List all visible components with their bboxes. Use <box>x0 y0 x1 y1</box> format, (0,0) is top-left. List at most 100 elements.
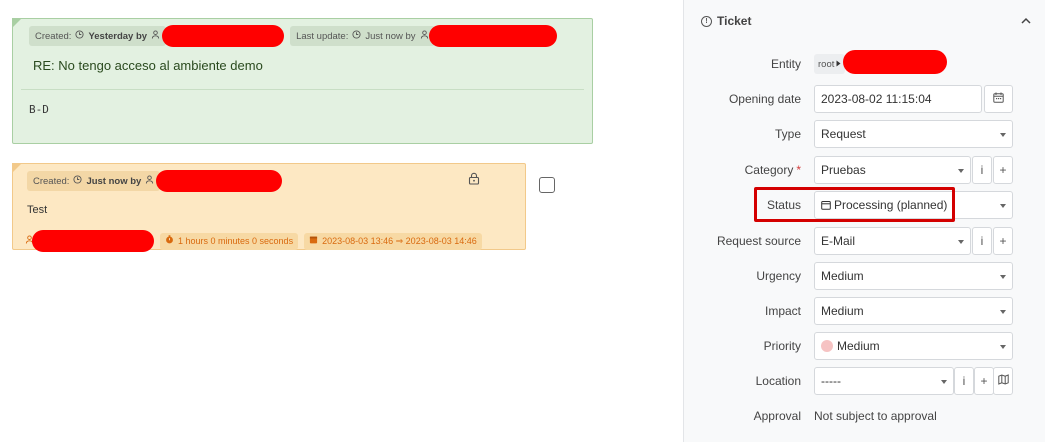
clock-icon <box>352 30 361 42</box>
type-value: Request <box>821 127 866 141</box>
redacted-author <box>156 170 283 192</box>
duration-text: 1 hours 0 minutes 0 seconds <box>178 236 294 246</box>
divider <box>21 89 584 90</box>
task-content: Test <box>27 204 48 216</box>
entity-row: Entity root <box>684 50 1045 78</box>
location-select[interactable]: ----- <box>814 367 954 395</box>
impact-row: Impact Medium <box>684 297 1045 325</box>
urgency-label: Urgency <box>756 269 801 283</box>
created-time: Yesterday by <box>88 30 148 42</box>
calendar-button[interactable] <box>984 85 1013 113</box>
impact-label: Impact <box>764 304 801 318</box>
redacted-author <box>162 25 285 47</box>
redacted-entity <box>843 50 947 74</box>
redacted-assignee <box>32 230 154 252</box>
location-add-button[interactable]: + <box>974 367 994 395</box>
clock-icon <box>75 30 84 42</box>
created-label: Created: <box>35 30 72 42</box>
lock-icon <box>468 172 480 185</box>
schedule-badge: 2023-08-03 13:46 ⇒ 2023-08-03 14:46 <box>304 232 482 250</box>
chevron-down-icon <box>1000 204 1006 208</box>
category-label: Category * <box>744 163 801 177</box>
caret-right-icon <box>836 59 841 70</box>
chevron-down-icon <box>1000 275 1006 279</box>
category-info-button[interactable]: i <box>972 156 992 184</box>
chevron-down-icon <box>958 240 964 244</box>
request-source-add-button[interactable]: + <box>993 227 1013 255</box>
calendar-icon <box>993 92 1004 106</box>
category-add-button[interactable]: + <box>993 156 1013 184</box>
category-value: Pruebas <box>821 163 866 177</box>
category-row: Category * Pruebas i + <box>684 156 1045 184</box>
request-source-value: E-Mail <box>821 234 856 248</box>
approval-value: Not subject to approval <box>814 409 937 423</box>
entity-value[interactable]: root <box>814 54 846 74</box>
type-label: Type <box>774 127 801 141</box>
update-badge: Last update: Just now by <box>290 26 435 46</box>
chevron-down-icon <box>1000 310 1006 314</box>
panel-header[interactable]: ! Ticket <box>701 14 751 28</box>
priority-label: Priority <box>763 339 801 353</box>
impact-select[interactable]: Medium <box>814 297 1013 325</box>
required-marker: * <box>796 163 801 177</box>
urgency-row: Urgency Medium <box>684 262 1045 290</box>
request-source-row: Request source E-Mail i + <box>684 227 1045 255</box>
redacted-editor <box>428 25 557 47</box>
map-button[interactable] <box>993 367 1013 395</box>
impact-value: Medium <box>821 304 864 318</box>
entity-root-text: root <box>818 58 835 70</box>
timeline: Created: Yesterday by Last update: Just … <box>0 0 684 442</box>
user-icon <box>151 30 160 42</box>
task-card: Created: Just now by Test 1 hours 0 minu… <box>12 163 526 252</box>
type-select[interactable]: Request <box>814 120 1013 148</box>
urgency-select[interactable]: Medium <box>814 262 1013 290</box>
created-badge: Created: Just now by <box>27 171 161 191</box>
created-badge: Created: Yesterday by <box>29 26 167 46</box>
clock-icon <box>73 175 82 187</box>
user-icon <box>420 30 429 42</box>
update-label: Last update: <box>296 30 349 42</box>
task-meta: Created: Just now by <box>27 170 283 192</box>
chevron-down-icon <box>1000 133 1006 137</box>
followup-content: B-D <box>29 103 49 116</box>
category-select[interactable]: Pruebas <box>814 156 971 184</box>
chevron-down-icon <box>941 380 947 384</box>
opening-date-label: Opening date <box>728 92 801 106</box>
urgency-value: Medium <box>821 269 864 283</box>
chevron-down-icon <box>958 169 964 173</box>
calendar-icon <box>309 235 318 247</box>
entity-label: Entity <box>770 57 801 71</box>
followup-title: RE: No tengo acceso al ambiente demo <box>33 58 263 73</box>
opening-date-row: Opening date 2023-08-02 11:15:04 <box>684 85 1045 113</box>
update-time: Just now by <box>365 30 416 42</box>
followup-card: Created: Yesterday by Last update: Just … <box>12 18 593 144</box>
panel-title: Ticket <box>717 14 752 28</box>
priority-select[interactable]: Medium <box>814 332 1013 360</box>
location-value: ----- <box>821 374 841 388</box>
duration-badge: 1 hours 0 minutes 0 seconds <box>160 232 299 250</box>
priority-row: Priority Medium <box>684 332 1045 360</box>
priority-value: Medium <box>837 339 880 353</box>
task-footer: 1 hours 0 minutes 0 seconds 2023-08-03 1… <box>25 230 482 252</box>
status-highlight-box <box>754 187 955 222</box>
map-icon <box>997 374 1009 388</box>
opening-date-input[interactable]: 2023-08-02 11:15:04 <box>814 85 982 113</box>
approval-label: Approval <box>753 409 801 423</box>
request-source-info-button[interactable]: i <box>972 227 992 255</box>
location-info-button[interactable]: i <box>954 367 974 395</box>
created-time: Just now by <box>86 175 142 187</box>
request-source-select[interactable]: E-Mail <box>814 227 971 255</box>
location-label: Location <box>755 374 801 388</box>
priority-color-dot <box>821 340 833 352</box>
stopwatch-icon <box>165 235 174 247</box>
followup-meta: Created: Yesterday by Last update: Just … <box>29 25 557 47</box>
user-icon <box>145 175 154 187</box>
opening-date-value: 2023-08-02 11:15:04 <box>821 92 932 106</box>
created-label: Created: <box>33 175 70 187</box>
request-source-label: Request source <box>716 234 801 248</box>
task-done-checkbox[interactable] <box>539 177 555 193</box>
chevron-up-icon[interactable] <box>1019 14 1033 28</box>
approval-row: Approval Not subject to approval <box>684 402 1045 430</box>
info-icon: ! <box>701 15 712 27</box>
chevron-down-icon <box>1000 345 1006 349</box>
